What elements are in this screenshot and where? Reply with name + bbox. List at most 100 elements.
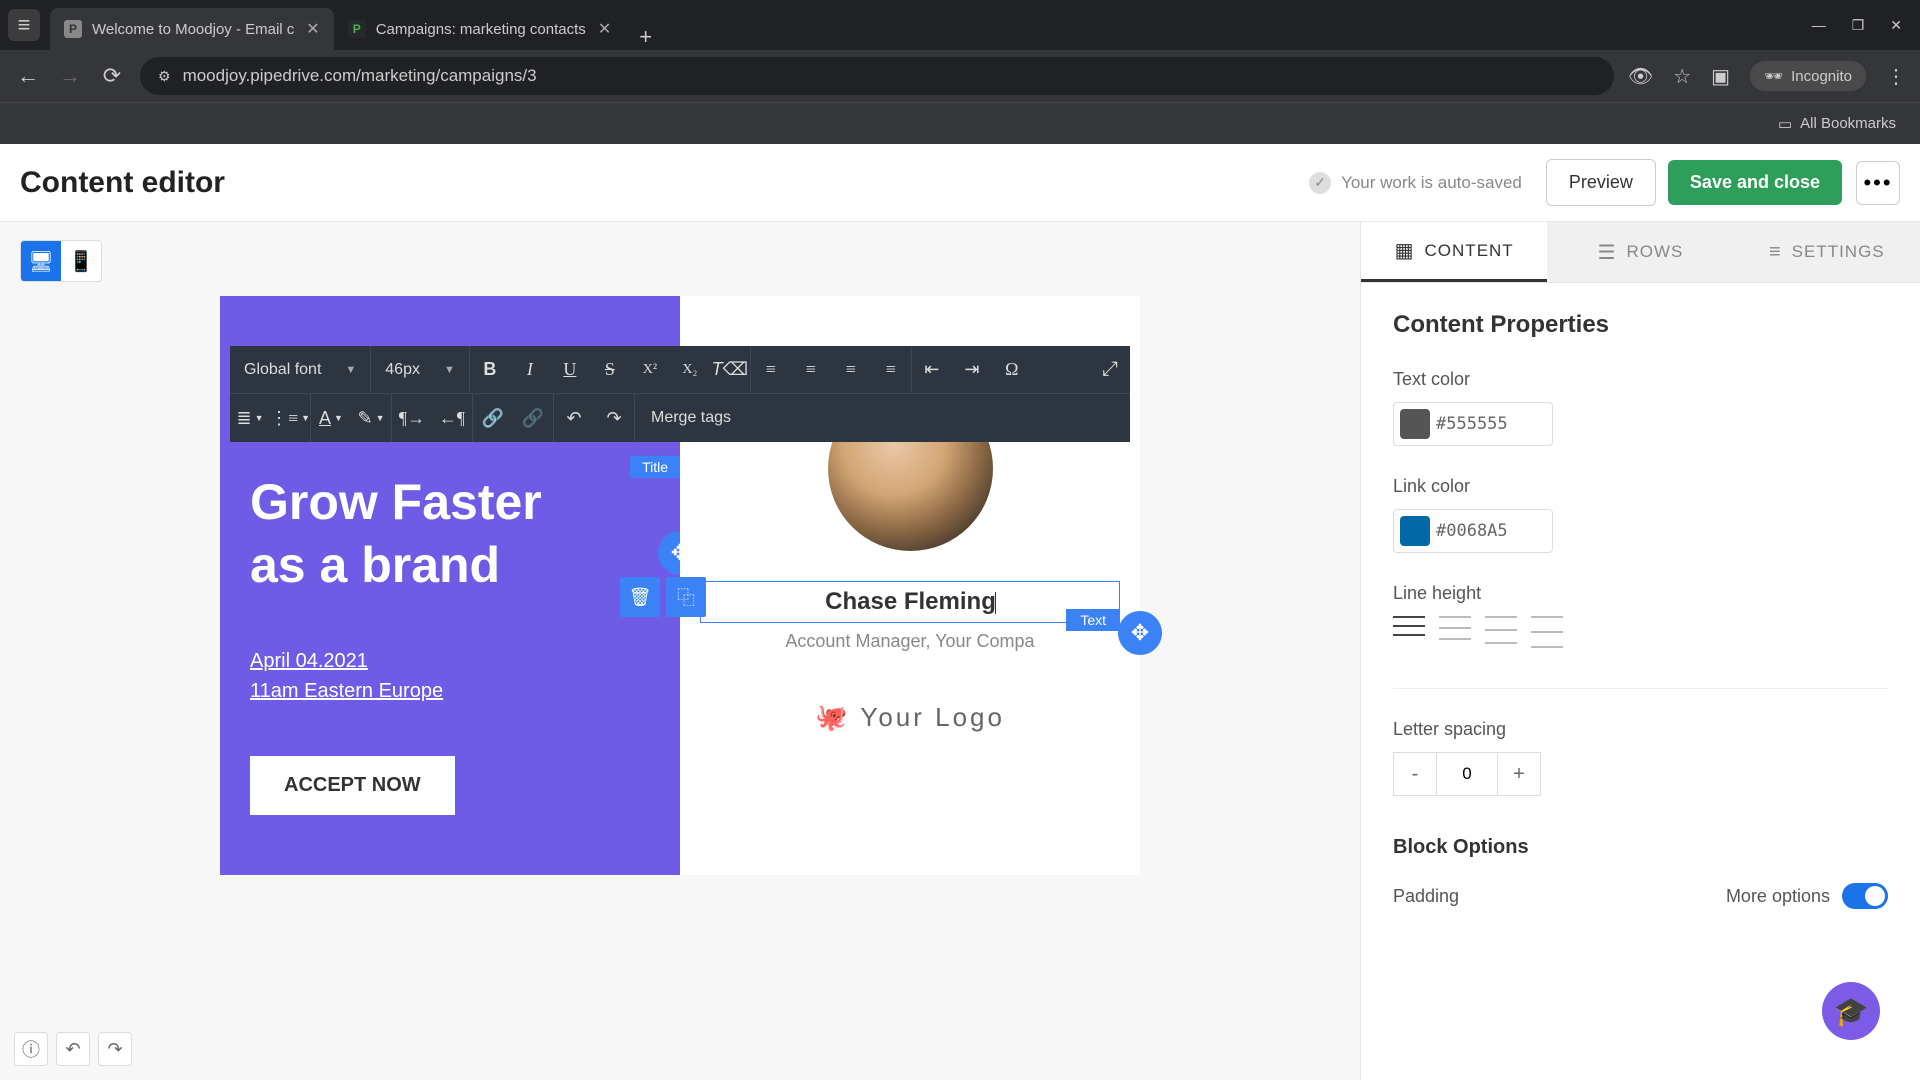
delete-block-button[interactable]: 🗑 (620, 577, 660, 617)
font-family-select[interactable]: Global font▼ (230, 346, 371, 393)
rtl-button[interactable]: ←¶ (432, 394, 472, 442)
tab-title: Campaigns: marketing contacts (376, 21, 586, 38)
panel-icon[interactable]: ▣ (1711, 64, 1730, 89)
link-color-picker[interactable]: #0068A5 (1393, 509, 1553, 553)
text-toolbar: Global font▼ 46px▼ B I U S X² X₂ T⌫ ≡ (230, 346, 1130, 442)
redo-button[interactable]: ↷ (98, 1032, 132, 1066)
ordered-list-button[interactable]: ≣▼ (230, 394, 270, 442)
block-type-label: Title (630, 456, 680, 478)
logo-placeholder[interactable]: 🐙 Your Logo (700, 702, 1120, 733)
url-input[interactable]: ⚙ moodjoy.pipedrive.com/marketing/campai… (140, 57, 1614, 95)
letter-spacing-input[interactable] (1437, 752, 1497, 796)
unlink-button[interactable]: 🔗 (513, 394, 553, 442)
superscript-button[interactable]: X² (630, 346, 670, 393)
merge-tags-button[interactable]: Merge tags (635, 409, 747, 427)
italic-button[interactable]: I (510, 346, 550, 393)
bookmark-star-icon[interactable]: ☆ (1673, 64, 1691, 89)
address-bar: ← → ⟳ ⚙ moodjoy.pipedrive.com/marketing/… (0, 50, 1920, 102)
collapse-toolbar-button[interactable]: ⤢ (1090, 358, 1130, 381)
font-size-select[interactable]: 46px▼ (371, 346, 470, 393)
chevron-down-icon: ▼ (444, 364, 455, 376)
viewport-toggle: 🖥 📱 (20, 240, 102, 282)
person-name-text[interactable]: Chase Fleming (700, 581, 1120, 623)
more-options-label: More options (1726, 886, 1830, 907)
browser-tab[interactable]: P Campaigns: marketing contacts ✕ (334, 8, 626, 50)
tab-settings[interactable]: ≡ SETTINGS (1734, 222, 1920, 282)
more-options-toggle[interactable] (1842, 883, 1888, 909)
clear-format-button[interactable]: T⌫ (710, 346, 750, 393)
line-height-option[interactable] (1439, 616, 1471, 640)
increment-button[interactable]: + (1497, 752, 1541, 796)
link-button[interactable]: 🔗 (473, 394, 513, 442)
align-center-button[interactable]: ≡ (791, 346, 831, 393)
undo-button[interactable]: ↶ (554, 394, 594, 442)
headline-text[interactable]: Grow Faster as a brand (220, 296, 680, 616)
undo-button[interactable]: ↶ (56, 1032, 90, 1066)
kebab-icon[interactable]: ⋮ (1886, 64, 1906, 89)
person-role-text[interactable]: Account Manager, Your Compa (700, 631, 1120, 652)
outdent-button[interactable]: ⇤ (912, 346, 952, 393)
info-button[interactable]: ⓘ (14, 1032, 48, 1066)
bold-button[interactable]: B (470, 346, 510, 393)
forward-button[interactable]: → (56, 63, 84, 89)
new-tab-button[interactable]: + (625, 24, 666, 50)
back-button[interactable]: ← (14, 63, 42, 89)
align-justify-button[interactable]: ≡ (871, 346, 911, 393)
site-settings-icon[interactable]: ⚙ (158, 68, 171, 85)
grid-icon: ▦ (1395, 238, 1415, 263)
text-cursor (995, 592, 996, 614)
folder-icon: ▭ (1778, 115, 1792, 133)
text-color-label: Text color (1393, 369, 1888, 390)
incognito-badge[interactable]: 🕶 Incognito (1750, 61, 1866, 91)
preview-button[interactable]: Preview (1546, 159, 1656, 206)
browser-tab-strip: ≡ P Welcome to Moodjoy - Email c ✕ P Cam… (0, 0, 1920, 50)
all-bookmarks-link[interactable]: All Bookmarks (1800, 115, 1896, 132)
move-handle-icon[interactable]: ✥ (1118, 611, 1162, 655)
desktop-view-button[interactable]: 🖥 (21, 241, 61, 281)
cta-button[interactable]: ACCEPT NOW (250, 756, 455, 815)
settings-icon: ≡ (1769, 241, 1782, 264)
mobile-view-button[interactable]: 📱 (61, 241, 101, 281)
color-swatch (1400, 409, 1430, 439)
line-height-option[interactable] (1485, 616, 1517, 644)
browser-tab[interactable]: P Welcome to Moodjoy - Email c ✕ (50, 8, 334, 50)
link-color-label: Link color (1393, 476, 1888, 497)
tab-title: Welcome to Moodjoy - Email c (92, 21, 294, 38)
close-icon[interactable]: ✕ (598, 19, 611, 39)
save-and-close-button[interactable]: Save and close (1668, 160, 1842, 205)
align-left-button[interactable]: ≡ (751, 346, 791, 393)
tab-content[interactable]: ▦ CONTENT (1361, 222, 1547, 282)
subscript-button[interactable]: X₂ (670, 346, 710, 393)
close-icon[interactable]: ✕ (306, 19, 319, 39)
tab-rows[interactable]: ☰ ROWS (1547, 222, 1733, 282)
ltr-button[interactable]: ¶→ (392, 394, 432, 442)
text-color-button[interactable]: A▼ (311, 394, 351, 442)
indent-button[interactable]: ⇥ (952, 346, 992, 393)
browser-menu-button[interactable]: ≡ (8, 9, 40, 41)
page-title: Content editor (20, 166, 1309, 200)
close-icon[interactable]: ✕ (1890, 17, 1902, 34)
line-height-option[interactable] (1393, 616, 1425, 636)
minimize-icon[interactable]: — (1812, 17, 1826, 34)
reload-button[interactable]: ⟳ (98, 63, 126, 89)
panel-heading: Content Properties (1393, 311, 1888, 339)
block-options-heading: Block Options (1393, 836, 1888, 859)
redo-button[interactable]: ↷ (594, 394, 634, 442)
text-color-picker[interactable]: #555555 (1393, 402, 1553, 446)
highlight-button[interactable]: ✎▼ (351, 394, 391, 442)
decrement-button[interactable]: - (1393, 752, 1437, 796)
strike-button[interactable]: S (590, 346, 630, 393)
more-menu-button[interactable]: ••• (1856, 161, 1900, 205)
eye-off-icon[interactable]: 👁 (1628, 64, 1653, 89)
line-height-option[interactable] (1531, 616, 1563, 648)
date-text[interactable]: April 04.2021 11am Eastern Europe (220, 616, 680, 706)
graduation-cap-icon: 🎓 (1834, 995, 1869, 1028)
underline-button[interactable]: U (550, 346, 590, 393)
maximize-icon[interactable]: ❐ (1852, 17, 1865, 34)
unordered-list-button[interactable]: ⋮≡▼ (270, 394, 310, 442)
line-height-label: Line height (1393, 583, 1888, 604)
special-char-button[interactable]: Ω (992, 346, 1032, 393)
properties-panel: ▦ CONTENT ☰ ROWS ≡ SETTINGS Content Prop… (1360, 222, 1920, 1080)
align-right-button[interactable]: ≡ (831, 346, 871, 393)
help-fab[interactable]: 🎓 (1822, 982, 1880, 1040)
